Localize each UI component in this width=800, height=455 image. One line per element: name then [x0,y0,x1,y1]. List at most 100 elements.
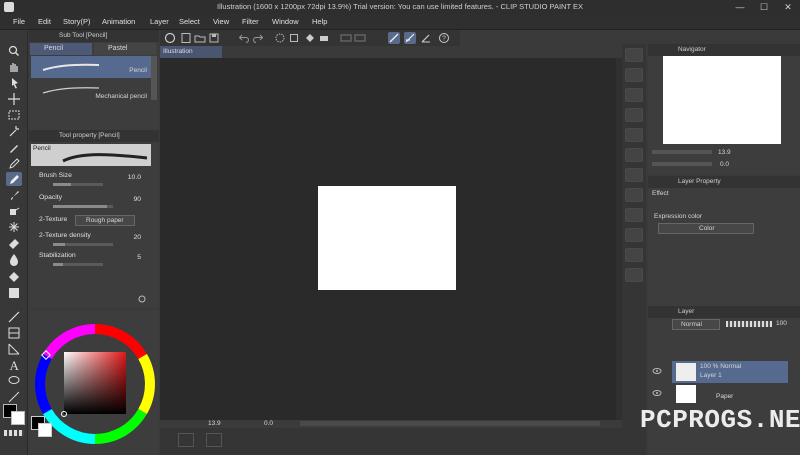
snap-grid-icon[interactable] [420,32,432,44]
ruler-icon[interactable] [6,342,22,356]
blend-mode-dropdown[interactable]: Normal [672,319,720,330]
decoration-icon[interactable] [6,220,22,234]
menu-filter[interactable]: Filter [242,17,259,26]
stabilization-slider[interactable] [53,263,103,266]
menu-layer[interactable]: Layer [150,17,169,26]
strip-item-6[interactable] [625,148,643,162]
transform-icon[interactable] [288,32,300,44]
strip-item-10[interactable] [625,228,643,242]
balloon-icon[interactable] [6,374,22,388]
navigator-rotation-value[interactable]: 0.0 [720,161,729,168]
menu-animation[interactable]: Animation [102,17,135,26]
figure-icon[interactable] [6,310,22,324]
brush-size-row[interactable]: Brush Size 10.0 [29,170,157,192]
stabilization-row[interactable]: Stabilization 5 [29,250,157,272]
pencil-icon[interactable] [6,172,22,186]
strip-item-7[interactable] [625,168,643,182]
canvas-page[interactable] [318,186,456,290]
timeline-icon[interactable] [178,433,194,447]
texture-density-row[interactable]: 2-Texture density 20 [29,230,157,252]
menu-window[interactable]: Window [272,17,299,26]
selection-launcher-icon[interactable] [340,32,352,44]
close-button[interactable]: ✕ [776,0,800,14]
snap-ruler-icon[interactable] [388,32,400,44]
pen-icon[interactable] [6,156,22,170]
layer-row[interactable]: 100 % Normal Layer 1 [672,361,788,383]
menu-select[interactable]: Select [179,17,200,26]
layer-row[interactable]: Paper [672,383,788,405]
menu-story[interactable]: Story(P) [63,17,91,26]
eraser-icon[interactable] [6,236,22,250]
minimize-button[interactable]: — [728,0,752,14]
cs-logo-icon[interactable] [164,32,176,44]
gradient-icon[interactable] [6,286,22,300]
strip-item-3[interactable] [625,88,643,102]
zoom-icon[interactable] [6,44,22,58]
snap-special-ruler-icon[interactable] [404,32,416,44]
hand-icon[interactable] [6,60,22,74]
menu-file[interactable]: File [13,17,25,26]
open-icon[interactable] [194,32,206,44]
fill-icon[interactable] [304,32,316,44]
strip-item-1[interactable] [625,48,643,62]
sub-color-chip[interactable] [38,423,52,437]
navigator-zoom-slider[interactable] [652,150,712,154]
selection-icon[interactable] [6,108,22,122]
new-icon[interactable] [180,32,192,44]
opacity-slider[interactable] [53,205,113,208]
navigator-zoom-value[interactable]: 13.9 [718,149,731,156]
stabilization-value[interactable]: 5 [137,254,141,261]
subtool-scrollbar[interactable] [151,56,157,100]
navigator-preview[interactable] [663,56,781,144]
correct-line-icon[interactable] [6,390,22,404]
brush-size-slider[interactable] [53,183,103,186]
auto-select-icon[interactable] [6,124,22,138]
frame-border-icon[interactable] [6,326,22,340]
brush-item-mechanical-pencil[interactable]: Mechanical pencil [31,80,151,102]
canvas-hscrollbar[interactable] [300,421,600,426]
wrench-icon[interactable] [137,295,147,303]
document-tab[interactable]: Illustration [160,46,222,58]
operation-icon[interactable] [6,76,22,90]
strip-item-5[interactable] [625,128,643,142]
menu-help[interactable]: Help [312,17,327,26]
eye-icon[interactable] [652,389,662,397]
redo-icon[interactable] [252,32,264,44]
clear-icon[interactable] [274,32,286,44]
tab-pastel[interactable]: Pastel [94,43,156,55]
layer-opacity-value[interactable]: 100 [776,320,787,327]
save-icon[interactable] [208,32,220,44]
tab-pencil[interactable]: Pencil [30,43,92,55]
texture-dropdown[interactable]: Rough paper [75,215,135,226]
brush-size-value[interactable]: 10.0 [128,174,141,181]
sub-color-swatch[interactable] [11,411,25,425]
deselect-icon[interactable] [354,32,366,44]
texture-density-value[interactable]: 20 [133,234,141,241]
opacity-value[interactable]: 90 [133,196,141,203]
strip-item-4[interactable] [625,108,643,122]
undo-icon[interactable] [238,32,250,44]
texture-density-slider[interactable] [53,243,113,246]
status-angle[interactable]: 0.0 [264,420,273,427]
maximize-button[interactable]: ☐ [752,0,776,14]
text-icon[interactable]: A [6,358,22,373]
strip-item-11[interactable] [625,248,643,262]
print-icon[interactable] [318,32,330,44]
status-zoom[interactable]: 13.9 [208,420,221,427]
strip-item-8[interactable] [625,188,643,202]
strip-item-2[interactable] [625,68,643,82]
opacity-row[interactable]: Opacity 90 [29,192,157,214]
move-layer-icon[interactable] [6,92,22,106]
menu-edit[interactable]: Edit [38,17,51,26]
menu-view[interactable]: View [213,17,229,26]
expression-color-dropdown[interactable]: Color [658,223,754,234]
help-icon[interactable]: ? [438,32,450,44]
settings-icon[interactable] [206,433,222,447]
fill-bucket-icon[interactable] [6,270,22,284]
transparent-color-swatch[interactable] [4,430,24,436]
airbrush-icon[interactable] [6,204,22,218]
layer-opacity-slider[interactable] [726,321,772,327]
navigator-rotate-slider[interactable] [652,162,712,166]
strip-item-12[interactable] [625,268,643,282]
eyedropper-icon[interactable] [6,140,22,154]
